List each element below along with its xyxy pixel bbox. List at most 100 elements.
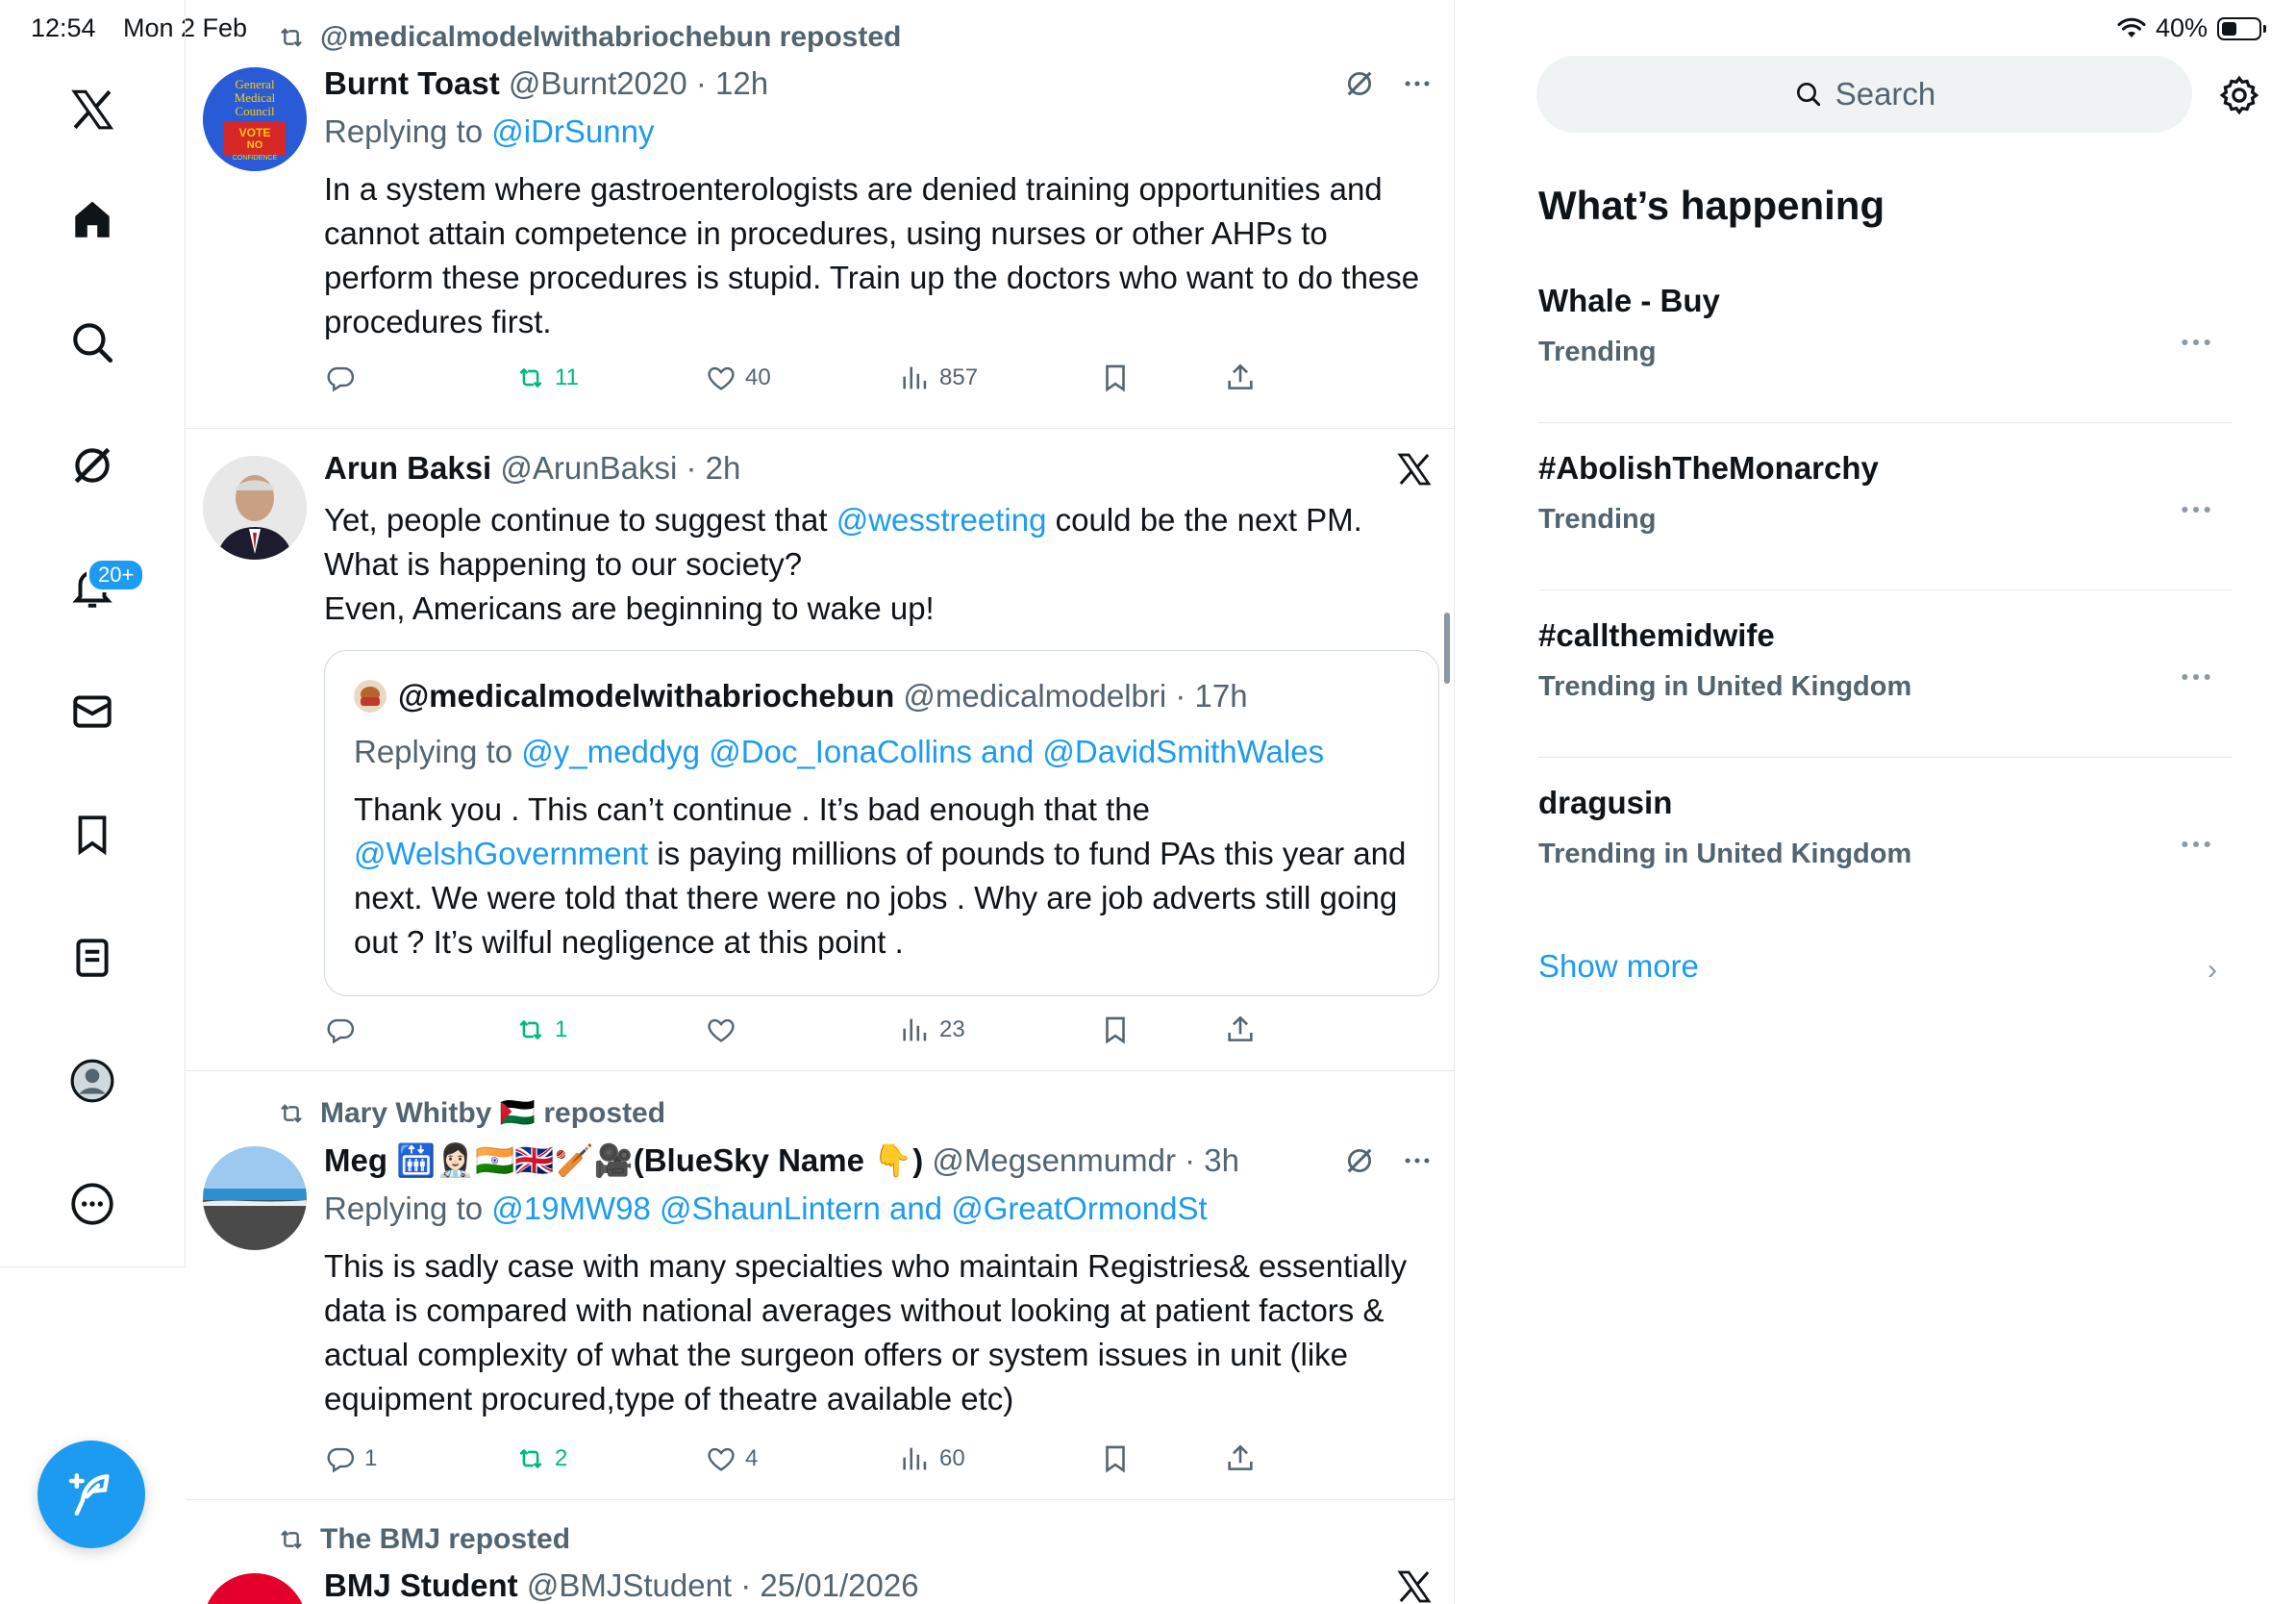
like-button[interactable] [705,1014,745,1046]
home-icon[interactable] [60,187,125,252]
svg-text:VOTE: VOTE [239,126,271,139]
more-options-icon[interactable] [2177,825,2215,864]
tweet[interactable]: The BMJ reposted BMJ Student @BMJStudent… [186,1500,1455,1604]
repost-icon [514,1014,547,1046]
more-options-icon[interactable] [1401,1144,1434,1177]
svg-text:Council: Council [235,104,275,118]
reply-button[interactable] [324,1014,364,1046]
bookmark-icon [1099,362,1132,394]
avatar[interactable]: General Medical Council VOTE NO CONFIDEN… [203,67,307,171]
trend-context: Trending [1538,504,1657,535]
x-logo-icon[interactable] [1395,1567,1434,1604]
share-icon [1224,1442,1257,1475]
compose-button[interactable] [37,1441,145,1548]
trend-name: dragusin [1538,785,1673,820]
avatar[interactable] [203,1573,307,1604]
trend-item[interactable]: #AbolishTheMonarchy Trending [1538,423,2233,590]
more-options-icon[interactable] [1401,67,1434,100]
mail-icon[interactable] [60,679,125,744]
search-input[interactable]: Search [1536,56,2192,133]
show-more-link[interactable]: Show more [1538,948,1699,985]
repost-context: Mary Whitby 🇵🇸 reposted [276,1096,665,1130]
trend-item[interactable]: Whale - Buy Trending [1538,256,2233,423]
timeline[interactable]: @medicalmodelwithabriochebun reposted Ge… [186,0,1455,1604]
heart-icon [705,1442,737,1475]
gmc-vote-no-confidence-badge-avatar: General Medical Council VOTE NO CONFIDEN… [203,67,307,171]
more-options-icon[interactable] [2177,490,2215,529]
reply-button[interactable] [324,362,364,394]
repost-icon [276,22,307,53]
x-logo-icon[interactable] [1395,450,1434,489]
avatar[interactable] [203,456,307,560]
trend-name: #callthemidwife [1538,617,1775,653]
reply-icon [324,362,357,394]
reply-icon [324,1014,357,1046]
repost-context: @medicalmodelwithabriochebun reposted [276,21,901,54]
handle-time[interactable]: @ArunBaksi · 2h [491,450,740,486]
bookmark-icon [1099,1442,1132,1475]
display-name[interactable]: BMJ Student [324,1567,518,1603]
replying-to: Replying to @19MW98 @ShaunLintern and @G… [324,1190,1208,1227]
x-logo-icon[interactable] [60,77,125,142]
tweet-top-icons [1343,67,1434,100]
bookmark-button[interactable] [1099,1442,1132,1475]
display-name[interactable]: Arun Baksi [324,450,491,486]
lists-icon[interactable] [60,925,125,990]
search-icon[interactable] [60,310,125,375]
display-name[interactable]: Burnt Toast [324,65,500,101]
tweet[interactable]: Mary Whitby 🇵🇸 reposted Meg 🛗👩🏻‍⚕️🇮🇳🇬🇧🏏🎥… [186,1071,1455,1500]
handle-time[interactable]: @Megsenmumdr · 3h [923,1142,1239,1178]
more-options-icon[interactable] [2177,323,2215,362]
grok-icon[interactable] [60,433,125,498]
quoted-tweet[interactable]: @medicalmodelwithabriochebun @medicalmod… [324,650,1439,996]
display-name[interactable]: Meg 🛗👩🏻‍⚕️🇮🇳🇬🇧🏏🎥(BlueSky Name 👇) [324,1142,923,1178]
mention-link[interactable]: @wesstreeting [836,502,1047,538]
bookmark-button[interactable] [1099,362,1132,394]
tweet[interactable]: Arun Baksi @ArunBaksi · 2h Yet, people c… [186,429,1455,1071]
grok-icon[interactable] [1343,1144,1376,1177]
views-button[interactable]: 23 [899,1014,965,1046]
settings-gear-icon[interactable] [2217,73,2261,117]
like-button[interactable]: 40 [705,362,771,394]
quote-display-name: @medicalmodelwithabriochebun [398,678,895,714]
more-icon[interactable] [60,1171,125,1237]
chevron-right-icon[interactable]: › [2208,954,2217,987]
tweet-text-line: What is happening to our society? [324,546,803,582]
tweet-text-line: Even, Americans are beginning to wake up… [324,590,935,626]
replying-handles[interactable]: @y_meddyg @Doc_IonaCollins and @DavidSmi… [521,734,1324,769]
bookmark-icon[interactable] [60,802,125,867]
handle-time[interactable]: @BMJStudent · 25/01/2026 [518,1567,919,1603]
bookmark-button[interactable] [1099,1014,1132,1046]
repost-button[interactable]: 11 [514,362,579,394]
scrollbar-thumb[interactable] [1444,613,1450,684]
repost-context: The BMJ reposted [276,1523,570,1556]
views-button[interactable]: 857 [899,362,978,394]
handle-time[interactable]: @Burnt2020 · 12h [500,65,768,101]
replying-handles[interactable]: @19MW98 @ShaunLintern and @GreatOrmondSt [491,1190,1207,1226]
reply-button[interactable]: 1 [324,1442,377,1475]
views-button[interactable]: 60 [899,1442,965,1475]
heart-icon [705,362,737,394]
heart-icon [705,1014,737,1046]
repost-button[interactable]: 2 [514,1442,567,1475]
trend-item[interactable]: dragusin Trending in United Kingdom [1538,758,2233,925]
grok-icon[interactable] [1343,67,1376,100]
trend-item[interactable]: #callthemidwife Trending in United Kingd… [1538,590,2233,758]
reposted-by: The BMJ reposted [320,1523,571,1555]
mention-link[interactable]: @WelshGovernment [354,836,648,871]
share-button[interactable] [1224,362,1257,394]
tweet-actions: 11 40 857 [324,362,1285,400]
reposted-by: @medicalmodelwithabriochebun reposted [320,21,902,53]
like-button[interactable]: 4 [705,1442,758,1475]
share-button[interactable] [1224,1442,1257,1475]
more-options-icon[interactable] [2177,658,2215,696]
repost-button[interactable]: 1 [514,1014,567,1046]
replying-handle[interactable]: @iDrSunny [491,113,654,149]
quote-replying-to: Replying to @y_meddyg @Doc_IonaCollins a… [354,734,1324,770]
tweet-header: BMJ Student @BMJStudent · 25/01/2026 [324,1567,919,1604]
tweet[interactable]: @medicalmodelwithabriochebun reposted Ge… [186,0,1455,429]
profile-icon[interactable] [60,1048,125,1114]
share-button[interactable] [1224,1014,1257,1046]
avatar[interactable] [203,1146,307,1250]
search-icon [1796,83,1820,107]
